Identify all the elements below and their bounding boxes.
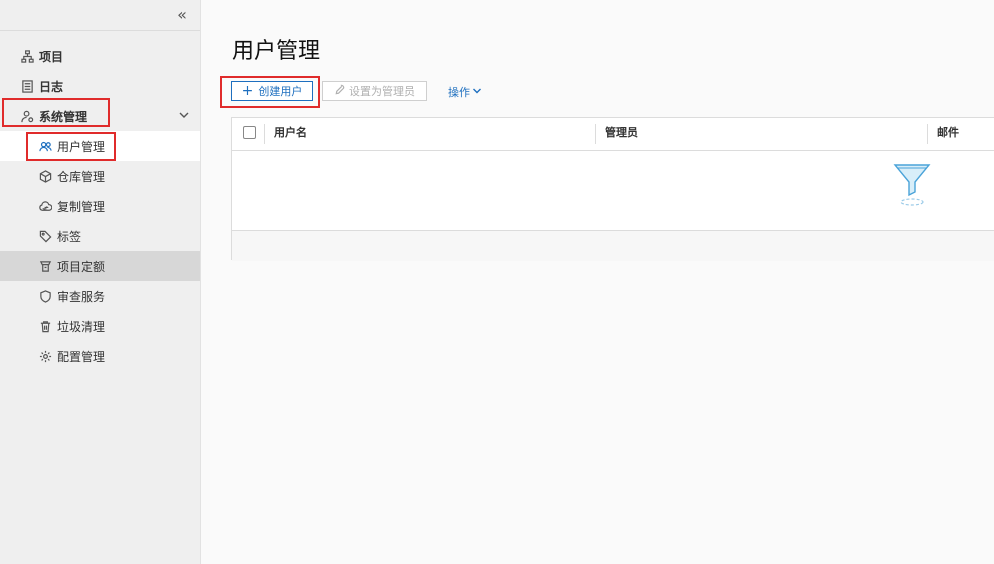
set-as-admin-label: 设置为管理员	[349, 85, 415, 98]
column-header-email[interactable]: 邮件	[937, 118, 959, 150]
plus-icon: +	[241, 83, 254, 99]
column-divider	[595, 124, 596, 144]
shield-icon	[38, 289, 52, 303]
quota-icon	[38, 259, 52, 273]
actions-label: 操作	[448, 86, 470, 99]
chevron-down-icon[interactable]	[178, 109, 190, 121]
gear-icon	[38, 349, 52, 363]
sitemap-icon	[20, 49, 34, 63]
sidebar-item-registries[interactable]: 仓库管理	[0, 161, 200, 191]
column-header-username[interactable]: 用户名	[274, 118, 307, 150]
sidebar-item-garbage-collection[interactable]: 垃圾清理	[0, 311, 200, 341]
column-header-admin[interactable]: 管理员	[605, 118, 638, 150]
sidebar-item-system-admin[interactable]: 系统管理	[0, 101, 200, 131]
sidebar-item-label: 仓库管理	[57, 169, 106, 184]
sidebar-item-label: 日志	[39, 79, 64, 94]
trash-icon	[38, 319, 52, 333]
create-user-button[interactable]: + 创建用户	[231, 81, 313, 101]
users-table: 用户名 管理员 邮件	[231, 117, 994, 261]
create-user-label: 创建用户	[258, 85, 303, 98]
sidebar-item-configuration[interactable]: 配置管理	[0, 341, 200, 371]
log-icon	[20, 79, 34, 93]
users-icon	[38, 139, 52, 153]
main-content: 用户管理 + 创建用户 设置为管理员 操作 用户名 管理员 邮件	[201, 0, 994, 564]
sidebar-item-label: 垃圾清理	[57, 319, 106, 334]
table-footer	[232, 230, 994, 261]
column-divider	[264, 124, 265, 144]
sidebar-item-label: 配置管理	[57, 349, 106, 364]
sidebar-item-label: 系统管理	[39, 109, 88, 124]
sidebar-item-label: 项目	[39, 49, 64, 64]
sidebar-item-label: 标签	[57, 229, 82, 244]
sidebar-item-project-quotas[interactable]: 项目定额	[0, 251, 200, 281]
sidebar: « 项目 日志 系统管理 用户管理 仓库管理 复制管理 标签 项目定额 审查服务	[0, 0, 201, 564]
chevron-down-icon	[470, 86, 482, 99]
column-divider	[927, 124, 928, 144]
wrench-icon	[334, 84, 349, 98]
sidebar-item-label: 审查服务	[57, 289, 106, 304]
actions-dropdown[interactable]: 操作	[448, 84, 482, 100]
sidebar-item-interrogation-services[interactable]: 审查服务	[0, 281, 200, 311]
table-header: 用户名 管理员 邮件	[232, 118, 994, 151]
sidebar-item-label: 复制管理	[57, 199, 106, 214]
sidebar-item-logs[interactable]: 日志	[0, 71, 200, 101]
sidebar-item-label: 项目定额	[57, 259, 106, 274]
page-title: 用户管理	[232, 39, 321, 64]
user-gear-icon	[20, 109, 34, 123]
sidebar-divider	[0, 30, 200, 31]
collapse-sidebar-icon[interactable]: «	[172, 5, 192, 25]
tag-icon	[38, 229, 52, 243]
sidebar-item-replications[interactable]: 复制管理	[0, 191, 200, 221]
cube-icon	[38, 169, 52, 183]
sidebar-item-user-management[interactable]: 用户管理	[0, 131, 200, 161]
sidebar-item-label: 用户管理	[57, 139, 106, 154]
sidebar-item-labels[interactable]: 标签	[0, 221, 200, 251]
select-all-checkbox[interactable]	[243, 126, 256, 139]
empty-filter-icon	[892, 162, 932, 208]
sidebar-item-projects[interactable]: 项目	[0, 41, 200, 71]
cloud-sync-icon	[38, 199, 52, 213]
set-as-admin-button[interactable]: 设置为管理员	[322, 81, 427, 101]
